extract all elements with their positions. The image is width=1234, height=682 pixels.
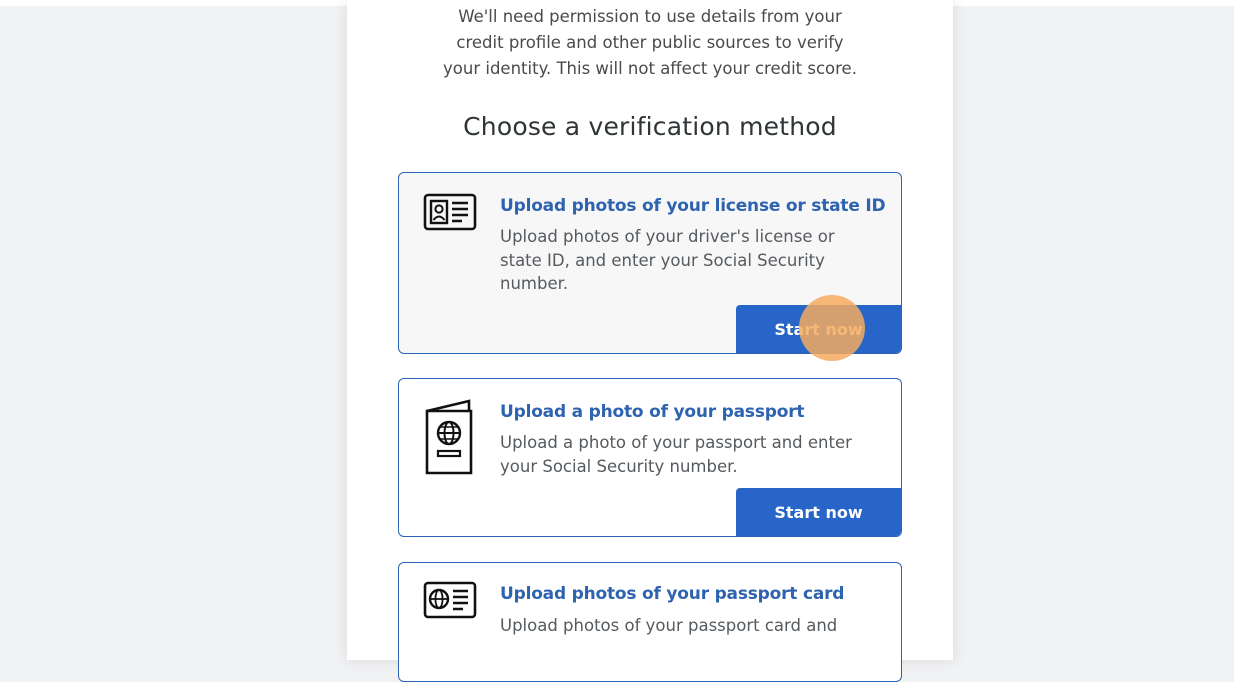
passport-icon <box>423 399 477 481</box>
passport-card-icon <box>423 581 477 625</box>
method-description: Upload photos of your driver's license o… <box>500 227 835 293</box>
page-heading: Choose a verification method <box>463 112 837 141</box>
start-now-button-passport[interactable]: Start now <box>736 488 901 536</box>
verification-panel: We'll need permission to use details fro… <box>347 0 953 682</box>
method-card-passport-card[interactable]: Upload photos of your passport card Uplo… <box>398 562 902 682</box>
method-title: Upload photos of your license or state I… <box>500 196 886 216</box>
intro-text: We'll need permission to use details fro… <box>443 7 857 78</box>
id-card-icon <box>423 193 477 237</box>
method-card-license[interactable]: Upload photos of your license or state I… <box>398 172 902 354</box>
method-card-passport[interactable]: Upload a photo of your passport Upload a… <box>398 378 902 537</box>
method-description: Upload a photo of your passport and ente… <box>500 433 852 476</box>
method-title: Upload a photo of your passport <box>500 402 805 422</box>
method-description: Upload photos of your passport card and <box>500 616 838 635</box>
method-title: Upload photos of your passport card <box>500 584 845 604</box>
start-now-button-license[interactable]: Start now <box>736 305 901 353</box>
